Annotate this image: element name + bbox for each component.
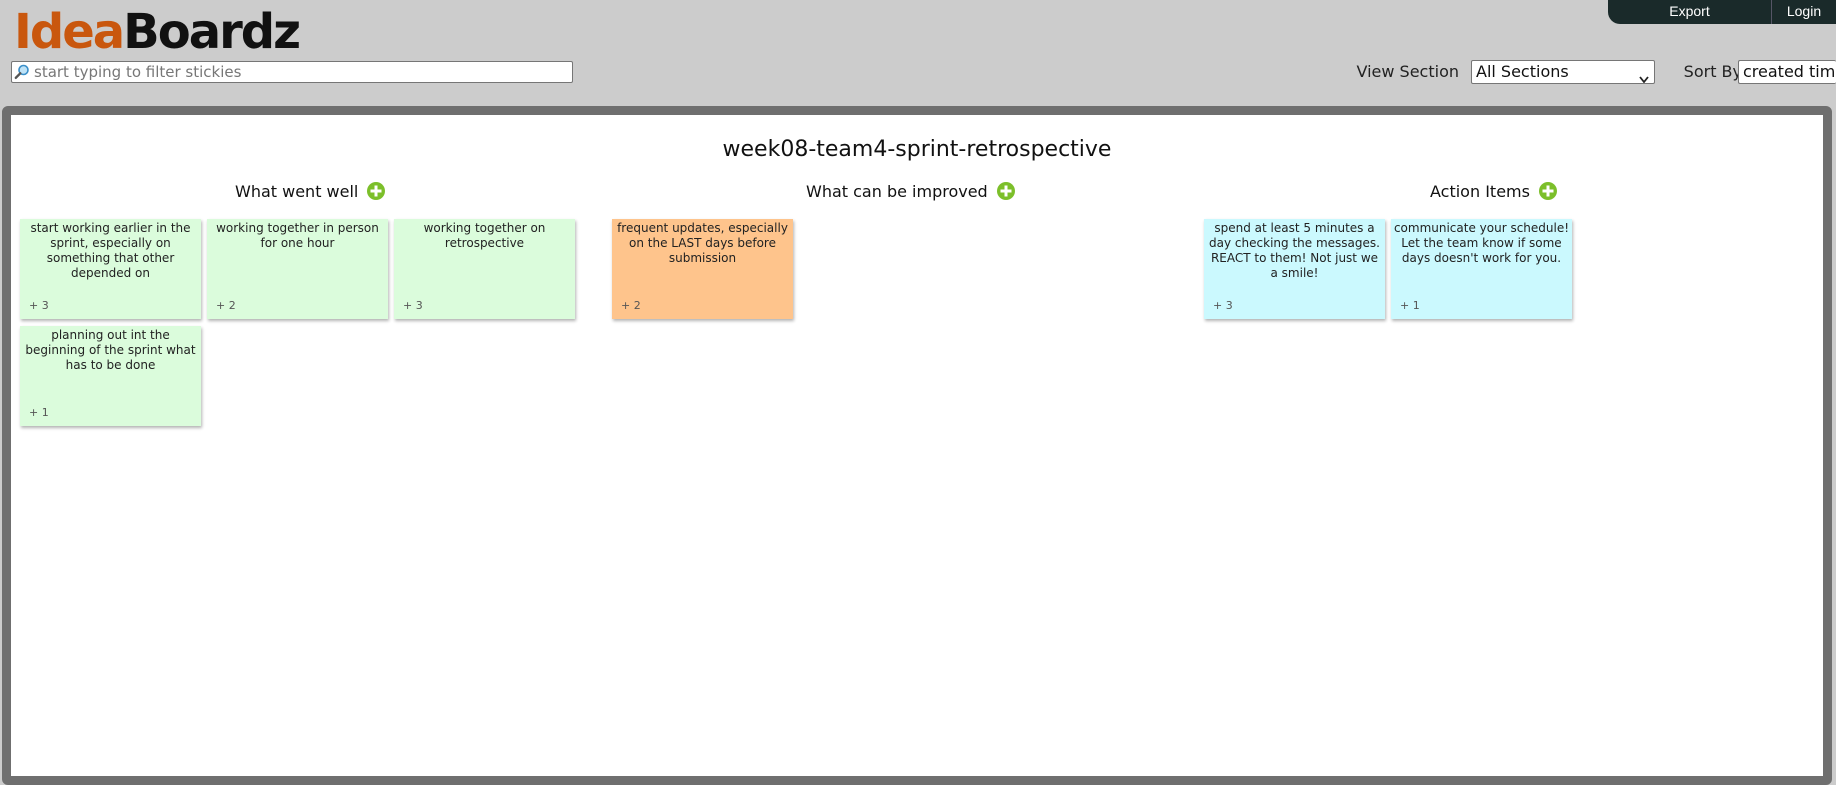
vote-count[interactable]: + 2 [621,298,641,313]
app-logo[interactable]: IdeaBoardz [14,4,301,60]
filter-input[interactable] [34,63,564,81]
search-icon [14,64,30,80]
view-section-value: All Sections [1476,62,1569,81]
section-title: Action Items [1430,181,1530,201]
sort-by-label: Sort By [1683,62,1742,81]
vote-count[interactable]: + 2 [216,298,236,313]
sticky-text: start working earlier in the sprint, esp… [30,221,191,280]
section-header-action-items: Action Items [1430,181,1558,201]
section-title: What can be improved [806,181,988,201]
sticky-note[interactable]: frequent updates, especially on the LAST… [612,219,793,319]
sticky-text: frequent updates, especially on the LAST… [617,221,788,265]
sticky-note[interactable]: start working earlier in the sprint, esp… [20,219,201,319]
vote-count[interactable]: + 1 [1400,298,1420,313]
sticky-note[interactable]: communicate your schedule! Let the team … [1391,219,1572,319]
section-title: What went well [235,181,359,201]
add-sticky-icon[interactable] [366,181,386,201]
sort-by-select[interactable]: created time [1738,60,1836,84]
sticky-note[interactable]: planning out int the beginning of the sp… [20,326,201,426]
section-header-what-went-well: What went well [235,181,386,201]
sticky-text: working together in person for one hour [216,221,379,250]
sticky-text: planning out int the beginning of the sp… [25,328,196,372]
add-sticky-icon[interactable] [1538,181,1558,201]
logo-boardz-text: Boardz [123,4,301,60]
top-nav: Export Login [1608,0,1836,24]
sticky-text: communicate your schedule! Let the team … [1393,221,1570,265]
board: week08-team4-sprint-retrospective What w… [2,106,1832,785]
sticky-text: working together on retrospective [423,221,546,250]
sticky-text: spend at least 5 minutes a day checking … [1209,221,1380,280]
view-section-select[interactable]: All Sections [1471,60,1655,84]
vote-count[interactable]: + 3 [1213,298,1233,313]
view-section-label: View Section [1356,62,1460,81]
add-sticky-icon[interactable] [996,181,1016,201]
chevron-down-icon [1639,68,1649,83]
vote-count[interactable]: + 3 [29,298,49,313]
logo-idea-text: Idea [14,4,125,60]
sticky-note[interactable]: working together in person for one hour … [207,219,388,319]
sort-by-value: created time [1743,62,1836,81]
section-header-what-can-be-improved: What can be improved [806,181,1016,201]
vote-count[interactable]: + 1 [29,405,49,420]
filter-box [11,61,573,83]
sticky-note[interactable]: spend at least 5 minutes a day checking … [1204,219,1385,319]
login-button[interactable]: Login [1772,0,1836,24]
export-button[interactable]: Export [1608,0,1772,24]
sticky-note[interactable]: working together on retrospective + 3 [394,219,575,319]
vote-count[interactable]: + 3 [403,298,423,313]
board-title: week08-team4-sprint-retrospective [722,137,1112,162]
